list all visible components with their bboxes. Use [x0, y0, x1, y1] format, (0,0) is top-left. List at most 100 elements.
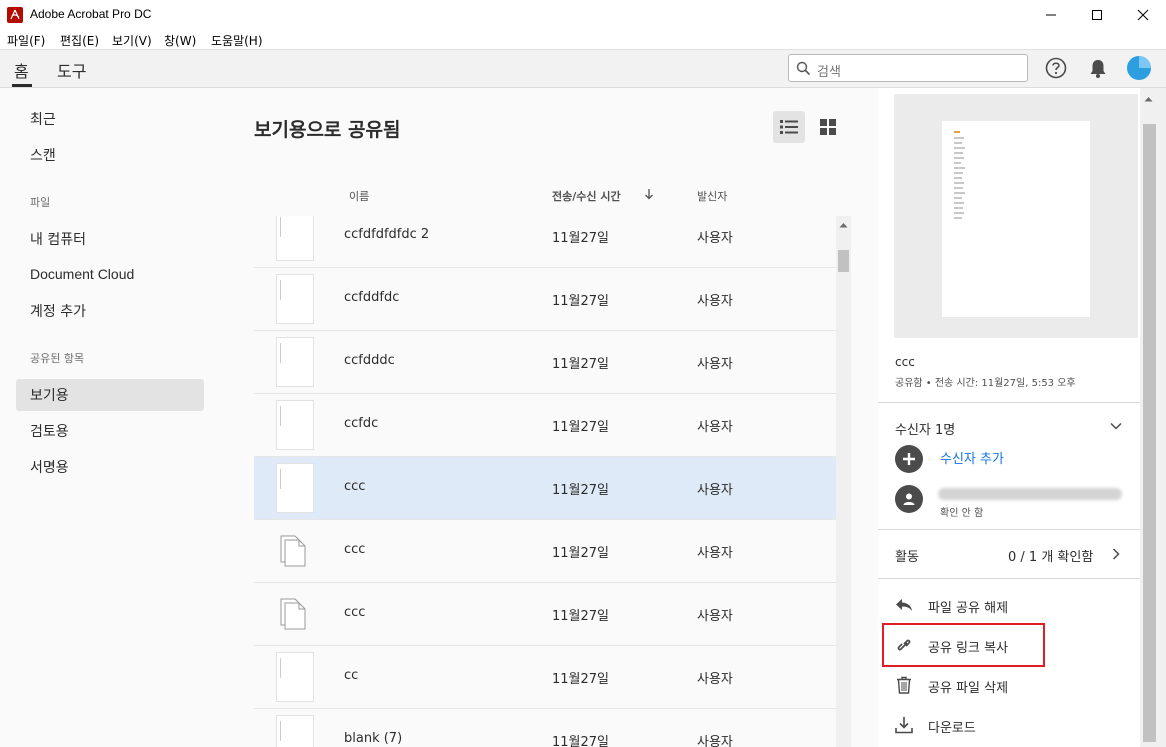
table-row[interactable]: ccc 11월27일 사용자 — [254, 520, 838, 583]
add-recipient-icon[interactable] — [895, 445, 923, 473]
delete-shared-file-button[interactable]: 공유 파일 삭제 — [892, 671, 1132, 701]
maximize-button[interactable] — [1074, 0, 1120, 30]
copy-link-highlight-box — [882, 623, 1045, 667]
file-name: ccfdc — [344, 416, 379, 431]
column-header-name[interactable]: 이름 — [349, 188, 369, 204]
file-thumbnail — [276, 463, 314, 513]
table-row[interactable]: ccfdfdfdfdc 2 11월27일 사용자 — [254, 216, 838, 268]
window-title: Adobe Acrobat Pro DC — [30, 7, 152, 21]
table-row[interactable]: ccc 11월27일 사용자 — [254, 583, 838, 646]
file-preview — [894, 94, 1138, 338]
sidebar-item-review[interactable]: 검토용 — [30, 421, 69, 441]
divider — [878, 529, 1140, 530]
file-sender: 사용자 — [697, 546, 733, 561]
scroll-up-icon[interactable] — [1144, 96, 1153, 102]
file-time: 11월27일 — [552, 546, 610, 561]
help-icon[interactable] — [1045, 57, 1067, 79]
tab-home[interactable]: 홈 — [14, 58, 29, 82]
avatar[interactable] — [1127, 56, 1151, 80]
sidebar-item-recent[interactable]: 최근 — [30, 109, 56, 129]
file-thumbnail — [276, 274, 314, 324]
table-row[interactable]: ccfddfdc 11월27일 사용자 — [254, 268, 838, 331]
scroll-up-icon[interactable] — [839, 222, 848, 228]
table-row[interactable]: ccc 11월27일 사용자 — [254, 457, 838, 520]
file-name: ccc — [344, 479, 366, 494]
notification-bell-icon[interactable] — [1088, 58, 1108, 79]
list-scrollbar[interactable] — [836, 216, 851, 747]
title-bar: Adobe Acrobat Pro DC — [0, 0, 1166, 30]
divider — [878, 578, 1140, 579]
table-row[interactable]: blank (7) 11월27일 사용자 — [254, 709, 838, 747]
top-toolbar: 홈 도구 검색 — [0, 50, 1166, 88]
close-button[interactable] — [1120, 0, 1166, 30]
file-table: ccfdfdfdfdc 2 11월27일 사용자 ccfddfdc 11월27일 사용자 c… — [254, 216, 838, 747]
sidebar-item-scan[interactable]: 스캔 — [30, 145, 56, 165]
table-row[interactable]: cc 11월27일 사용자 — [254, 646, 838, 709]
file-sender: 사용자 — [697, 231, 733, 246]
recipient-email-redacted — [938, 488, 1122, 500]
file-time: 11월27일 — [552, 609, 610, 624]
menu-file[interactable]: 파일(F) — [7, 32, 45, 49]
minimize-button[interactable] — [1028, 0, 1074, 30]
delete-shared-file-label: 공유 파일 삭제 — [928, 681, 1009, 696]
sidebar-heading-shared: 공유된 항목 — [30, 352, 85, 365]
selected-file-meta: 공유함 • 전송 시간: 11월27일, 5:53 오후 — [895, 378, 1076, 389]
sidebar-item-my-computer[interactable]: 내 컴퓨터 — [30, 229, 86, 249]
download-button[interactable]: 다운로드 — [892, 711, 1132, 741]
sort-descending-icon[interactable] — [644, 188, 654, 200]
file-time: 11월27일 — [552, 231, 610, 246]
recipient-status: 확인 안 함 — [940, 508, 984, 519]
sidebar-item-view[interactable]: 보기용 — [30, 385, 69, 405]
file-thumbnail — [276, 337, 314, 387]
menu-window[interactable]: 창(W) — [164, 32, 196, 49]
file-name: ccfddfdc — [344, 290, 400, 305]
list-view-button[interactable] — [773, 111, 805, 143]
file-name: blank (7) — [344, 731, 403, 746]
sidebar-item-sign[interactable]: 서명용 — [30, 457, 69, 477]
download-icon — [895, 717, 913, 734]
details-scrollbar[interactable] — [1140, 88, 1166, 747]
sidebar: 최근 스캔 파일 내 컴퓨터 Document Cloud 계정 추가 공유된 … — [0, 88, 222, 747]
activity-count[interactable]: 0 / 1 개 확인함 — [1008, 546, 1093, 565]
sidebar-item-document-cloud[interactable]: Document Cloud — [30, 266, 134, 282]
file-thumbnail — [276, 400, 314, 450]
file-stack-icon — [280, 598, 306, 630]
file-name: ccfdddc — [344, 353, 395, 368]
preview-page — [942, 121, 1090, 317]
search-icon — [796, 61, 811, 76]
file-sender: 사용자 — [697, 483, 733, 498]
file-time: 11월27일 — [552, 483, 610, 498]
chevron-right-icon[interactable] — [1112, 548, 1120, 560]
sidebar-heading-files: 파일 — [30, 196, 51, 209]
search-input[interactable]: 검색 — [788, 54, 1028, 82]
tab-tools[interactable]: 도구 — [57, 58, 86, 82]
file-name: ccc — [344, 542, 366, 557]
menu-help[interactable]: 도움말(H) — [211, 32, 263, 49]
file-time: 11월27일 — [552, 294, 610, 309]
unshare-file-button[interactable]: 파일 공유 해제 — [892, 591, 1132, 621]
acrobat-logo-icon — [7, 7, 23, 23]
file-sender: 사용자 — [697, 609, 733, 624]
chevron-down-icon[interactable] — [1110, 422, 1122, 430]
trash-icon — [897, 676, 911, 694]
recipients-count: 수신자 1명 — [895, 423, 956, 438]
file-stack-icon — [280, 535, 306, 567]
sidebar-item-add-account[interactable]: 계정 추가 — [30, 301, 86, 321]
column-header-time[interactable]: 전송/수신 시간 — [552, 188, 621, 204]
file-thumbnail — [276, 216, 314, 261]
details-scrollbar-thumb[interactable] — [1143, 124, 1156, 742]
file-time: 11월27일 — [552, 420, 610, 435]
add-recipient-link[interactable]: 수신자 추가 — [940, 448, 1004, 467]
file-sender: 사용자 — [697, 357, 733, 372]
table-row[interactable]: ccfdddc 11월27일 사용자 — [254, 331, 838, 394]
file-sender: 사용자 — [697, 294, 733, 309]
list-scrollbar-thumb[interactable] — [838, 250, 849, 272]
grid-view-button[interactable] — [812, 111, 844, 143]
menu-view[interactable]: 보기(V) — [112, 32, 152, 49]
download-label: 다운로드 — [928, 721, 976, 736]
menu-edit[interactable]: 편집(E) — [60, 32, 99, 49]
reply-arrow-icon — [896, 599, 912, 611]
column-header-sender[interactable]: 발신자 — [697, 188, 727, 204]
table-row[interactable]: ccfdc 11월27일 사용자 — [254, 394, 838, 457]
divider — [878, 402, 1140, 403]
